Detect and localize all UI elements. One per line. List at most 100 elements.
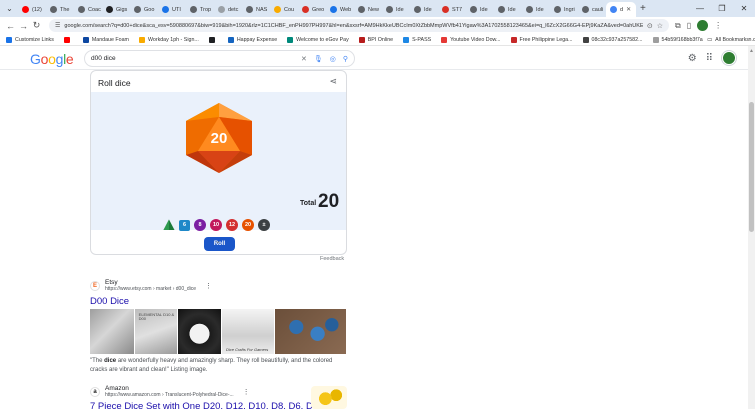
browser-tab[interactable]: Ide <box>410 2 438 17</box>
tab-label: Gigs <box>116 6 128 13</box>
scroll-up-icon[interactable]: ▲ <box>749 48 754 54</box>
tab-favicon-icon <box>414 6 421 13</box>
tab-strip: ⌄ (12) The Coac Gigs Goo UTI Trop detc NAS Cou Gre… <box>0 0 755 17</box>
dice-type-d6[interactable]: 6 <box>179 219 190 231</box>
bookmark-item[interactable]: Customize Links <box>6 36 54 43</box>
scrollbar-thumb[interactable] <box>749 102 754 232</box>
bookmark-item[interactable]: Happay Expense <box>227 36 277 43</box>
minimize-icon[interactable]: — <box>689 4 711 13</box>
product-thumbnail[interactable] <box>311 386 347 409</box>
new-tab-button[interactable]: + <box>640 3 646 14</box>
browser-tab[interactable]: ST7 <box>438 2 466 17</box>
settings-gear-icon[interactable]: ⚙ <box>688 53 697 64</box>
browser-tab[interactable]: Coac <box>74 2 102 17</box>
close-tab-icon[interactable]: ✕ <box>626 6 631 13</box>
voice-search-icon[interactable]: 🎙︎ <box>314 55 323 63</box>
bookmark-item[interactable]: Workday 1ph - Sign... <box>138 36 199 43</box>
tab-label: detc <box>228 6 239 13</box>
dice-type-d8[interactable]: 8 <box>194 219 206 231</box>
google-logo[interactable]: Google <box>30 51 74 67</box>
tab-favicon-icon <box>358 6 365 13</box>
maximize-icon[interactable]: ❐ <box>711 4 733 13</box>
dice-type-d12[interactable]: 12 <box>226 219 238 231</box>
browser-tab[interactable]: detc <box>214 2 242 17</box>
browser-tab[interactable]: Ide <box>522 2 550 17</box>
profile-avatar[interactable] <box>697 20 709 31</box>
dice-type-d20[interactable]: 20 <box>242 219 254 231</box>
browser-tab[interactable]: UTI <box>158 2 186 17</box>
dice-type-dn[interactable]: ± <box>258 219 270 231</box>
browser-tab[interactable]: Greo <box>298 2 326 17</box>
location-icon[interactable]: ⊙ <box>647 22 653 30</box>
thumbnail-image[interactable]: ELEMENTAL D10 & D00 <box>134 309 178 354</box>
browser-tab[interactable]: Gigs <box>102 2 130 17</box>
browser-tab[interactable]: Ide <box>466 2 494 17</box>
page-scrollbar[interactable]: ▲ <box>748 46 755 409</box>
browser-tab[interactable]: NAS <box>242 2 270 17</box>
bookmark-item[interactable]: BPI Online <box>358 36 393 43</box>
menu-icon[interactable]: ⋮ <box>714 21 722 30</box>
google-apps-icon[interactable]: ⠿ <box>706 53 713 64</box>
share-icon[interactable]: ⋖ <box>329 76 337 87</box>
extensions-icon[interactable]: ⧉ <box>675 21 681 31</box>
browser-tab[interactable]: Trop <box>186 2 214 17</box>
close-window-icon[interactable]: ✕ <box>733 4 755 13</box>
bookmark-item[interactable]: Free Philippine Lega... <box>510 36 573 43</box>
browser-tab[interactable]: Web <box>326 2 354 17</box>
search-input[interactable]: d00 dice <box>91 55 294 62</box>
result-url[interactable]: https://www.etsy.com › market › d00_dice <box>105 286 196 292</box>
bookmark-item[interactable]: 08c32c937a257582... <box>582 36 643 43</box>
feedback-link[interactable]: Feedback <box>320 256 344 262</box>
bookmark-item[interactable]: Youtube Video Dow... <box>441 36 501 43</box>
tab-favicon-icon <box>302 6 309 13</box>
address-bar[interactable]: ☰ google.com/search?q=d00+dice&sca_esv=5… <box>49 19 669 32</box>
browser-tab[interactable]: Goo <box>130 2 158 17</box>
thumbnail-image[interactable] <box>274 309 346 354</box>
bookmark-item[interactable]: S-PASS <box>403 36 431 43</box>
browser-tab[interactable]: d ✕ <box>606 2 636 17</box>
browser-tab[interactable]: cauli <box>578 2 606 17</box>
thumbnail-image[interactable] <box>178 309 221 354</box>
result-url[interactable]: https://www.amazon.com › Translucent-Pol… <box>105 392 234 398</box>
tab-favicon-icon <box>386 6 393 13</box>
result-title[interactable]: D00 Dice <box>90 296 350 307</box>
dice-type-d4[interactable] <box>163 219 175 231</box>
snippet-text: "The <box>90 358 105 364</box>
tab-search-icon[interactable]: ⌄ <box>4 3 15 14</box>
browser-tab[interactable]: New <box>354 2 382 17</box>
dice-type-selector: 6 8 10 12 20 ± <box>163 219 270 231</box>
search-box[interactable]: d00 dice ✕ 🎙︎ ◎ ⚲ <box>84 50 355 67</box>
browser-tab[interactable]: Ingri <box>550 2 578 17</box>
browser-tab[interactable]: Ide <box>382 2 410 17</box>
bookmark-item[interactable]: Welcome to eGov Pay <box>287 36 349 43</box>
tab-label: Ingri <box>564 6 575 13</box>
browser-tab[interactable]: The <box>46 2 74 17</box>
sidebar-icon[interactable]: ▯ <box>687 21 691 30</box>
thumbnail-image[interactable]: Dice Crafts For Gamers <box>221 309 274 354</box>
thumbnail-image[interactable] <box>90 309 134 354</box>
site-info-icon[interactable]: ☰ <box>55 22 60 29</box>
tab-label: Ide <box>536 6 544 13</box>
clear-icon[interactable]: ✕ <box>301 55 307 63</box>
tab-label: Ide <box>480 6 488 13</box>
forward-icon[interactable]: → <box>17 21 30 31</box>
expand-chevron-icon[interactable]: ⌄ <box>215 237 221 245</box>
more-options-icon[interactable]: ⋮ <box>243 388 250 396</box>
browser-tab[interactable]: (12) <box>18 2 46 17</box>
bookmark-favicon-icon <box>208 36 215 43</box>
browser-tab[interactable]: Ide <box>494 2 522 17</box>
bookmark-item[interactable] <box>208 36 218 43</box>
bookmark-star-icon[interactable]: ☆ <box>657 22 663 30</box>
bookmark-item[interactable]: Mandaue Foam <box>82 36 129 43</box>
account-avatar[interactable] <box>722 51 736 65</box>
bookmark-item[interactable] <box>63 36 73 43</box>
more-options-icon[interactable]: ⋮ <box>205 282 212 290</box>
search-icon[interactable]: ⚲ <box>343 55 348 63</box>
all-bookmarks[interactable]: ▭ All Bookmarks <box>703 34 749 45</box>
tab-favicon-icon <box>218 6 225 13</box>
reload-icon[interactable]: ↻ <box>30 20 43 31</box>
browser-tab[interactable]: Cou <box>270 2 298 17</box>
back-icon[interactable]: ← <box>4 21 17 31</box>
dice-type-d10[interactable]: 10 <box>210 219 222 231</box>
lens-icon[interactable]: ◎ <box>330 55 336 63</box>
